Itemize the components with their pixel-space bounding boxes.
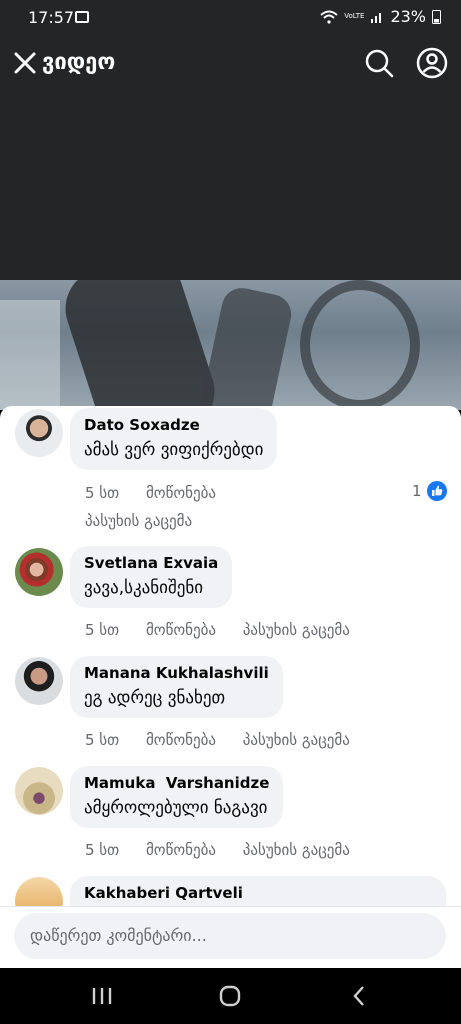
- comment-author[interactable]: Mamuka Varshanidze: [84, 774, 269, 792]
- recents-icon[interactable]: [88, 982, 116, 1010]
- like-button[interactable]: მოწონება: [146, 621, 216, 639]
- comment-input[interactable]: დაწერეთ კომენტარი...: [14, 913, 446, 959]
- video-frame-detail: [300, 280, 420, 410]
- comment-actions: 5 სთ მოწონება პასუხის გაცემა: [85, 841, 372, 859]
- comment-text: ამას ვერ ვიფიქრებდი: [84, 440, 264, 460]
- comment-time: 5 სთ: [85, 621, 120, 639]
- comment-text: ამყროლებული ნაგავი: [84, 798, 268, 818]
- account-icon[interactable]: [416, 47, 448, 79]
- avatar[interactable]: [15, 548, 63, 596]
- comment-time: 5 სთ: [85, 841, 120, 859]
- system-nav-bar: [0, 968, 461, 1024]
- reply-button[interactable]: პასუხის გაცემა: [243, 621, 350, 639]
- reply-button[interactable]: პასუხის გაცემა: [243, 731, 350, 749]
- reaction-count[interactable]: 1: [412, 481, 447, 501]
- video-player[interactable]: [0, 96, 461, 280]
- comment-time: 5 სთ: [85, 731, 120, 749]
- volte-indicator: VoLTE: [344, 12, 365, 20]
- reply-button[interactable]: პასუხის გაცემა: [243, 841, 350, 859]
- comment-text: ვავა,სკანიშენი: [84, 578, 204, 598]
- search-icon[interactable]: [364, 48, 394, 78]
- reply-button[interactable]: პასუხის გაცემა: [85, 512, 192, 530]
- close-icon[interactable]: [12, 50, 38, 76]
- video-frame[interactable]: [0, 280, 461, 410]
- like-icon: [426, 481, 447, 501]
- comment-text: ეგ ადრეც ვნახეთ: [84, 688, 226, 708]
- comment-author[interactable]: Dato Soxadze: [84, 416, 263, 434]
- video-frame-detail: [0, 300, 60, 410]
- page-title: ვიდეო: [42, 50, 116, 75]
- comment-composer: დაწერეთ კომენტარი...: [0, 906, 461, 968]
- video-frame-detail: [195, 284, 295, 410]
- comment-time: 5 სთ: [85, 484, 120, 502]
- signal-icon: [371, 12, 382, 23]
- back-icon[interactable]: [346, 982, 374, 1010]
- comment-author[interactable]: Manana Kukhalashvili: [84, 664, 269, 682]
- battery-percent: 23%: [390, 7, 426, 26]
- status-bar: 17:57 VoLTE 23%: [0, 0, 461, 36]
- reaction-count-value: 1: [412, 482, 422, 500]
- comment-author[interactable]: Kakhaberi Qartveli: [84, 884, 432, 902]
- like-button[interactable]: მოწონება: [146, 484, 216, 502]
- battery-icon: [432, 10, 441, 24]
- avatar[interactable]: [15, 767, 63, 815]
- status-time: 17:57: [28, 8, 75, 27]
- comment-bubble[interactable]: Mamuka Varshanidze ამყროლებული ნაგავი: [70, 766, 284, 828]
- comments-sheet: Dato Soxadze ამას ვერ ვიფიქრებდი 5 სთ მო…: [0, 406, 461, 968]
- comment-actions: 5 სთ მოწონება პასუხის გაცემა: [85, 621, 372, 639]
- app-bar: ვიდეო: [0, 36, 461, 96]
- avatar[interactable]: [15, 409, 63, 457]
- comment-author[interactable]: Svetlana Exvaia: [84, 554, 218, 572]
- comment-bubble[interactable]: Svetlana Exvaia ვავა,სკანიშენი: [70, 546, 233, 608]
- comment-bubble[interactable]: Manana Kukhalashvili ეგ ადრეც ვნახეთ: [70, 656, 283, 718]
- like-button[interactable]: მოწონება: [146, 731, 216, 749]
- like-button[interactable]: მოწონება: [146, 841, 216, 859]
- comment-actions: 5 სთ მოწონება: [85, 484, 238, 502]
- status-indicators: VoLTE 23%: [320, 7, 441, 26]
- comment-bubble[interactable]: Dato Soxadze ამას ვერ ვიფიქრებდი: [70, 408, 278, 470]
- wifi-icon: [320, 10, 338, 24]
- avatar[interactable]: [15, 657, 63, 705]
- home-icon[interactable]: [216, 982, 244, 1010]
- gallery-notification-icon: [75, 11, 89, 23]
- video-frame-detail: [55, 280, 225, 410]
- comment-actions: 5 სთ მოწონება პასუხის გაცემა: [85, 731, 372, 749]
